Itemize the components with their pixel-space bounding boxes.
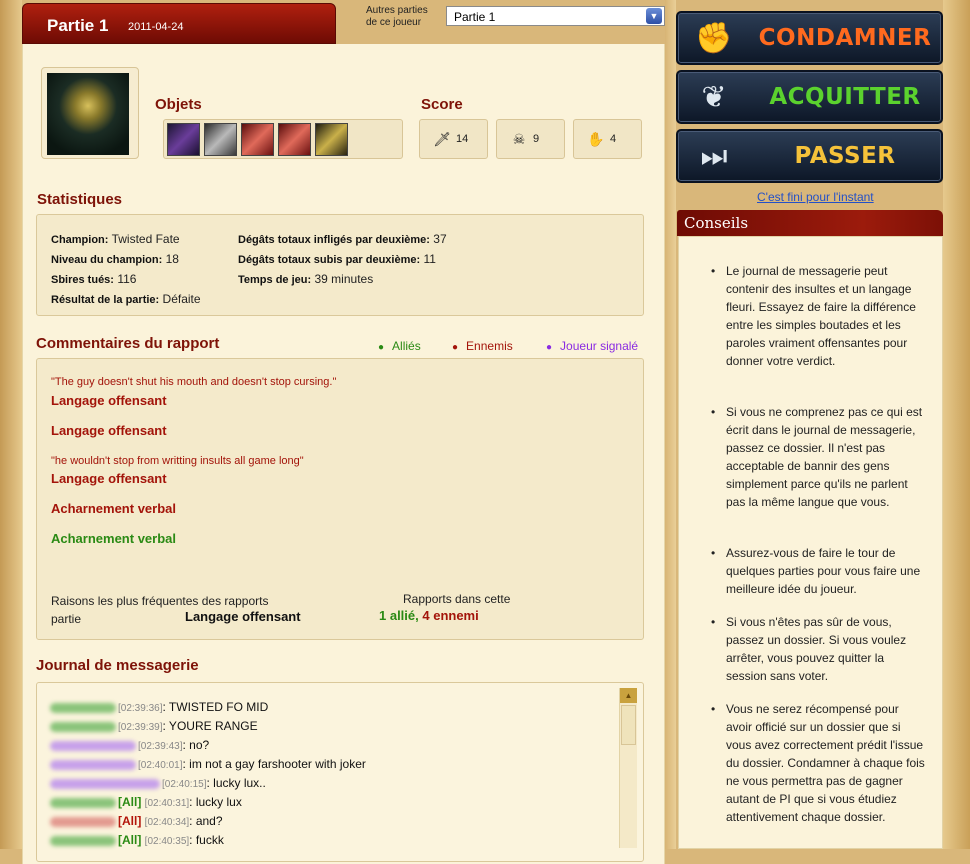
scroll-up-icon[interactable]: ▲ [620, 688, 637, 703]
stat-champion: Champion: Twisted Fate [51, 232, 180, 246]
left-frame [0, 0, 22, 849]
tip-item: Le journal de messagerie peut contenir d… [711, 262, 926, 370]
dot-icon: ● [452, 342, 459, 353]
blurred-name [50, 721, 116, 732]
legend-allies: ● Alliés [378, 339, 421, 353]
dot-icon: ● [378, 342, 385, 353]
tip-item: Assurez-vous de faire le tour de quelque… [711, 544, 926, 598]
deaths-box: ☠ 9 [496, 119, 565, 159]
tip-item: Si vous n'êtes pas sûr de vous, passez u… [711, 613, 926, 685]
stat-damage-dealt: Dégâts totaux infligés par deuxième: 37 [238, 232, 447, 246]
stats-heading: Statistiques [37, 191, 123, 208]
dot-icon: ● [546, 342, 553, 353]
blurred-name [50, 797, 116, 808]
frequent-reasons-value: Langage offensant [185, 609, 301, 624]
acquit-button[interactable]: ❦ ACQUITTER [676, 70, 943, 124]
report-count: 1 allié, 4 ennemi [379, 608, 479, 623]
chevron-down-icon[interactable]: ▼ [646, 8, 662, 24]
report-reason: Langage offensant [51, 423, 167, 438]
champion-portrait [41, 67, 139, 159]
stat-minions: Sbires tués: 116 [51, 272, 137, 286]
objects-heading: Objets [155, 96, 202, 113]
journal-heading: Journal de messagerie [36, 657, 199, 674]
other-games-selected: Partie 1 [454, 10, 496, 24]
stat-level: Niveau du champion: 18 [51, 252, 179, 266]
report-reason: Acharnement verbal [51, 531, 176, 546]
game-date: 2011-04-24 [128, 21, 184, 33]
chat-line: [All] [02:40:35]: fuckk [50, 833, 224, 847]
blurred-name [50, 759, 136, 770]
item-blade-icon [241, 123, 274, 156]
fist-icon: ✊ [695, 22, 733, 55]
skip-button[interactable]: ⏭ PASSER [676, 129, 943, 183]
report-comment: "The guy doesn't shut his mouth and does… [51, 376, 337, 388]
blurred-name [50, 702, 116, 713]
tips-header: Conseils [677, 210, 943, 236]
report-reason: Langage offensant [51, 471, 167, 486]
stat-time: Temps de jeu: 39 minutes [238, 272, 374, 286]
right-edge [943, 0, 970, 849]
stat-result: Résultat de la partie: Défaite [51, 292, 201, 306]
other-games-select[interactable]: Partie 1 ▼ [446, 6, 665, 26]
scroll-thumb[interactable] [621, 705, 636, 745]
report-count-label: Rapports dans cette [403, 592, 511, 606]
hand-icon: ✋ [587, 131, 605, 147]
kills-box: 🗡 14 [419, 119, 488, 159]
chat-line: [02:40:01]: im not a gay farshooter with… [50, 757, 366, 771]
blurred-name [50, 778, 160, 789]
right-frame [665, 0, 676, 849]
item-scepter-icon [315, 123, 348, 156]
wings-icon: ❦ [701, 81, 727, 114]
game-tab-header: Partie 1 2011-04-24 [22, 3, 336, 44]
chat-line: [02:39:36]: TWISTED FO MID [50, 700, 268, 714]
item-blade-icon [278, 123, 311, 156]
chat-scrollbar[interactable]: ▲ [619, 688, 637, 848]
legend-reported: ● Joueur signalé [546, 339, 639, 353]
chat-line: [02:39:43]: no? [50, 738, 209, 752]
chat-line: [02:39:39]: YOURE RANGE [50, 719, 258, 733]
item-sword-icon [167, 123, 200, 156]
assists-value: 4 [610, 133, 617, 145]
chat-line: [All] [02:40:34]: and? [50, 814, 223, 828]
champion-avatar [47, 73, 129, 155]
item-helmet-icon [204, 123, 237, 156]
report-reason: Acharnement verbal [51, 501, 176, 516]
chat-line: [02:40:15]: lucky lux.. [50, 776, 266, 790]
comments-heading: Commentaires du rapport [36, 335, 220, 352]
sword-icon: 🗡 [433, 131, 451, 147]
tip-item: Si vous ne comprenez pas ce qui est écri… [711, 403, 926, 511]
blurred-name [50, 740, 136, 751]
done-for-now-link[interactable]: C'est fini pour l'instant [757, 190, 874, 204]
kills-value: 14 [456, 133, 469, 145]
chat-line: [All] [02:40:31]: lucky lux [50, 795, 242, 809]
blurred-name [50, 816, 116, 827]
assists-box: ✋ 4 [573, 119, 642, 159]
condemn-button[interactable]: ✊ CONDAMNER [676, 11, 943, 65]
blurred-name [50, 835, 116, 846]
legend-enemies: ● Ennemis [452, 339, 513, 353]
skull-icon: ☠ [512, 131, 526, 147]
skip-icon: ⏭ [700, 140, 728, 173]
score-heading: Score [421, 96, 463, 113]
deaths-value: 9 [533, 133, 540, 145]
report-comment: "he wouldn't stop from writting insults … [51, 455, 304, 467]
game-title: Partie 1 [47, 16, 109, 35]
items-box [163, 119, 403, 159]
stat-damage-taken: Dégâts totaux subis par deuxième: 11 [238, 252, 436, 266]
tip-item: Vous ne serez récompensé pour avoir offi… [711, 700, 926, 826]
other-games-label: Autres parties de ce joueur [366, 5, 428, 28]
report-reason: Langage offensant [51, 393, 167, 408]
